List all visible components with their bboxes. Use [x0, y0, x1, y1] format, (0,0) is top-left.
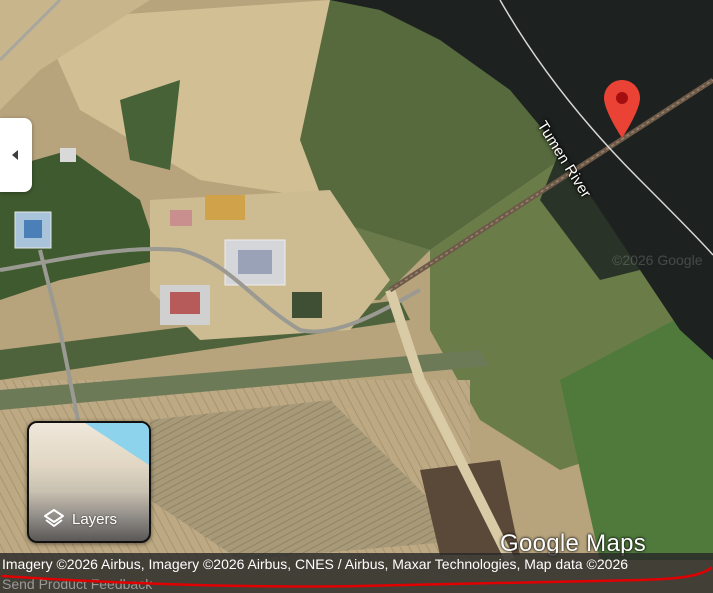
layers-thumbnail	[85, 423, 149, 465]
chevron-left-icon	[12, 150, 18, 160]
layers-icon	[44, 509, 64, 527]
layers-label: Layers	[72, 510, 118, 528]
send-feedback-link[interactable]: Send Product Feedback	[0, 575, 713, 593]
map-attribution: Imagery ©2026 Airbus, Imagery ©2026 Airb…	[0, 553, 713, 575]
layers-button[interactable]: Layers	[27, 421, 151, 543]
collapse-panel-button[interactable]	[0, 118, 32, 192]
map-pin-icon[interactable]	[604, 80, 640, 138]
svg-text:©2026 Google: ©2026 Google	[612, 252, 703, 268]
